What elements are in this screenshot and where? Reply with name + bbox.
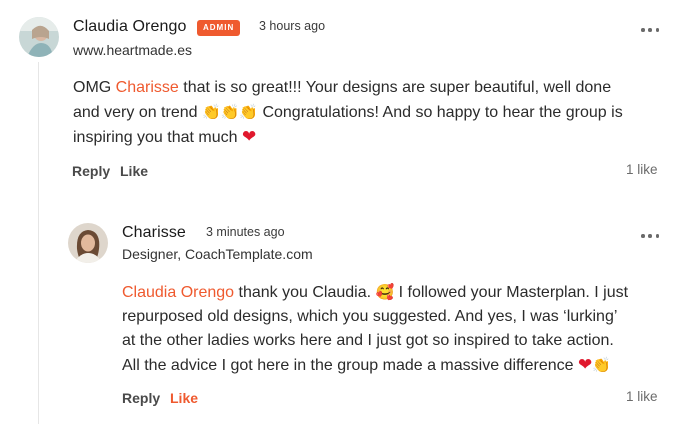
comment-time[interactable]: 3 hours ago [259, 19, 325, 33]
reply-like-count[interactable]: 1 like [626, 389, 658, 404]
avatar-claudia[interactable] [19, 17, 59, 57]
reply-line-1: Claudia Orengo thank you Claudia. 🥰 I fo… [122, 283, 629, 301]
reply-button[interactable]: Reply [72, 163, 110, 179]
more-options-icon[interactable] [641, 25, 659, 35]
heart-icon: ❤ [577, 355, 593, 375]
reply-reply-button[interactable]: Reply [122, 390, 160, 406]
avatar-charisse[interactable] [68, 223, 108, 263]
comment-body: OMG Charisse that is so great!!! Your de… [73, 76, 663, 150]
reply-author[interactable]: Charisse [122, 224, 186, 242]
thread-line [38, 62, 39, 424]
admin-badge: ADMIN [197, 20, 241, 36]
heart-icon: ❤ [241, 127, 257, 147]
reply-subtitle: Designer, CoachTemplate.com [122, 246, 313, 262]
mention-claudia[interactable]: Claudia Orengo [122, 284, 234, 301]
reply-more-options-icon[interactable] [641, 231, 659, 241]
clapping-hands-icon: 👏 [592, 356, 611, 374]
comment-author[interactable]: Claudia Orengo [73, 18, 186, 36]
comment-subtitle: www.heartmade.es [73, 42, 193, 58]
mention-charisse[interactable]: Charisse [116, 79, 179, 96]
smiling-face-hearts-icon: 🥰 [375, 283, 395, 301]
comment-line-2: and very on trend 👏👏👏 Congratulations! A… [73, 103, 623, 121]
reply-body: Claudia Orengo thank you Claudia. 🥰 I fo… [122, 280, 667, 378]
reply-like-button[interactable]: Like [170, 390, 198, 406]
reply-line-2: repurposed old designs, which you sugges… [122, 308, 618, 325]
like-button[interactable]: Like [120, 163, 148, 179]
reply-line-3: at the other ladies works here and I jus… [122, 332, 614, 349]
reply-time[interactable]: 3 minutes ago [206, 225, 285, 239]
like-count[interactable]: 1 like [626, 162, 658, 177]
comment-line-3: inspiring you that much ❤ [73, 127, 257, 147]
clapping-hands-icon: 👏👏👏 [201, 103, 258, 121]
comment-line-1: OMG Charisse that is so great!!! Your de… [73, 79, 612, 96]
reply-line-4: All the advice I got here in the group m… [122, 355, 611, 375]
